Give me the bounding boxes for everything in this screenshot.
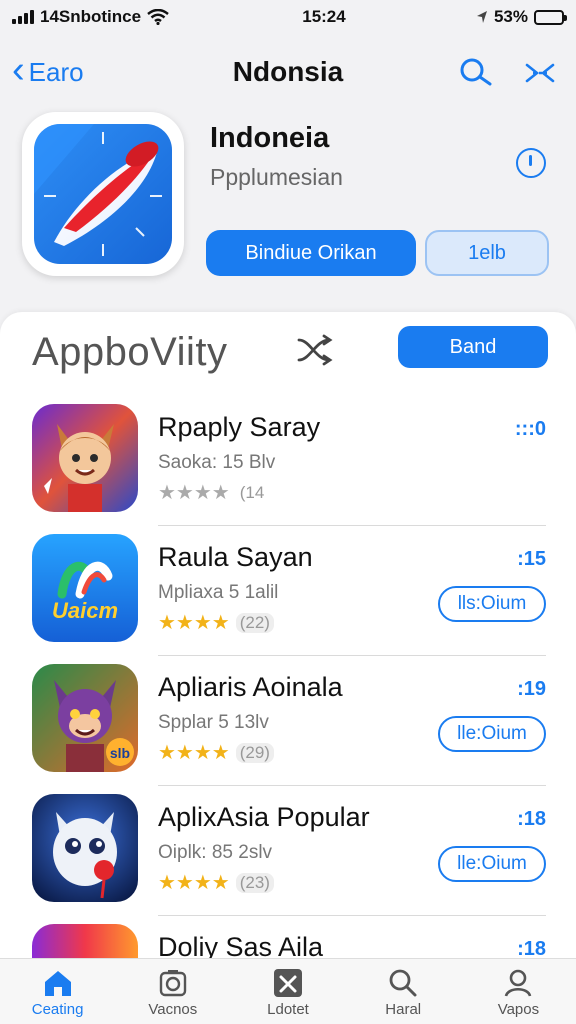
secondary-action-button[interactable]: 1elb (425, 230, 549, 276)
status-bar: 14Snbotince 15:24 53% (0, 0, 576, 34)
app-header: Indoneia Ppplumesian Bindiue Orikan 1elb (0, 110, 576, 310)
status-time: 15:24 (302, 7, 346, 26)
star-rating-icon: ★★★★ (158, 482, 230, 504)
rating-count: (22) (235, 612, 274, 633)
search-icon[interactable] (458, 57, 494, 87)
app-title: Raula Sayan (158, 542, 313, 572)
app-meta: Saoka: 15 Blv (158, 452, 276, 473)
battery-percent: 53% (493, 7, 528, 26)
back-label: Earo (28, 56, 84, 87)
app-thumbnail (32, 794, 138, 902)
rating-count: (29) (235, 742, 274, 763)
tab-label: Haral (385, 1001, 422, 1018)
carrier-label: 14Snbotince (40, 7, 142, 26)
item-time: :18 (517, 808, 546, 830)
tab-tools[interactable]: Ldotet (230, 959, 345, 1024)
primary-action-button[interactable]: Bindiue Orikan (206, 230, 416, 276)
home-icon (44, 971, 71, 996)
rating: ★★★★ (23) (158, 870, 274, 895)
app-list: Rpaply Saray Saoka: 15 Blv ★★★★ (14 :::0… (0, 396, 576, 1024)
tab-label: Vacnos (148, 1001, 198, 1018)
tab-camera[interactable]: Vacnos (115, 959, 230, 1024)
tab-label: Ceating (31, 1001, 84, 1018)
svg-text:Uaicm: Uaicm (52, 598, 118, 623)
app-title: Apliaris Aoinala (158, 672, 343, 702)
tab-bar: Ceating Vacnos Ldotet Haral Vapos (0, 958, 576, 1024)
share-icon[interactable] (524, 57, 556, 87)
signal-icon (12, 10, 34, 24)
app-title: AplixAsia Popular (158, 802, 370, 832)
app-meta: Mpliaxa 5 1alil (158, 582, 279, 603)
location-icon (476, 11, 487, 23)
tab-label: Vapos (497, 1001, 540, 1018)
section-title: AppboViity (32, 330, 228, 374)
tools-icon (274, 969, 302, 997)
app-list-panel: AppboViity Band Rpaply Saray Saoka: 15 B… (0, 312, 576, 1024)
app-name: Indoneia (210, 122, 330, 154)
rating-count: (14 (239, 482, 265, 502)
app-thumbnail (32, 404, 138, 512)
shuffle-icon[interactable] (296, 334, 334, 366)
item-time: :15 (517, 548, 546, 570)
item-time: :19 (517, 678, 546, 700)
star-rating-icon: ★★★★ (158, 742, 230, 764)
star-rating-icon: ★★★★ (158, 612, 230, 634)
wifi-icon (147, 9, 169, 25)
get-button[interactable]: lle:Oium (438, 716, 546, 752)
get-button[interactable]: lle:Oium (438, 846, 546, 882)
chevron-left-icon: ‹ (12, 49, 25, 91)
back-button[interactable]: ‹ Earo (12, 49, 84, 91)
rating-count: (23) (235, 872, 274, 893)
info-icon[interactable] (516, 148, 546, 178)
rating: ★★★★ (14 (158, 480, 268, 505)
app-icon (22, 112, 184, 276)
search-icon (389, 969, 417, 997)
rating: ★★★★ (22) (158, 610, 274, 635)
rating: ★★★★ (29) (158, 740, 274, 765)
list-item[interactable]: Rpaply Saray Saoka: 15 Blv ★★★★ (14 :::0 (0, 396, 576, 526)
app-subtitle: Ppplumesian (210, 164, 343, 190)
item-time: :::0 (514, 418, 546, 440)
list-item[interactable]: AplixAsia Popular Oiplk: 85 2slv ★★★★ (2… (0, 786, 576, 916)
tab-profile[interactable]: Vapos (461, 959, 576, 1024)
app-thumbnail: Uaicm (32, 534, 138, 642)
star-rating-icon: ★★★★ (158, 872, 230, 894)
navigation-bar: ‹ Earo Ndonsia (0, 44, 576, 100)
battery-icon (534, 9, 567, 25)
app-meta: Oiplk: 85 2slv (158, 842, 273, 863)
camera-icon (159, 970, 186, 997)
list-item[interactable]: Uaicm Raula Sayan Mpliaxa 5 1alil ★★★★ (… (0, 526, 576, 656)
band-button[interactable]: Band (398, 326, 548, 368)
svg-text:slb: slb (110, 745, 130, 761)
list-item[interactable]: slb Apliaris Aoinala Spplar 5 13lv ★★★★ … (0, 656, 576, 786)
profile-icon (505, 969, 532, 997)
tab-label: Ldotet (267, 1001, 309, 1018)
app-thumbnail: slb (32, 664, 138, 772)
get-button[interactable]: lls:Oium (438, 586, 546, 622)
tab-search[interactable]: Haral (346, 959, 461, 1024)
app-meta: Spplar 5 13lv (158, 712, 269, 733)
app-title: Rpaply Saray (158, 412, 321, 442)
tab-home[interactable]: Ceating (0, 959, 115, 1024)
